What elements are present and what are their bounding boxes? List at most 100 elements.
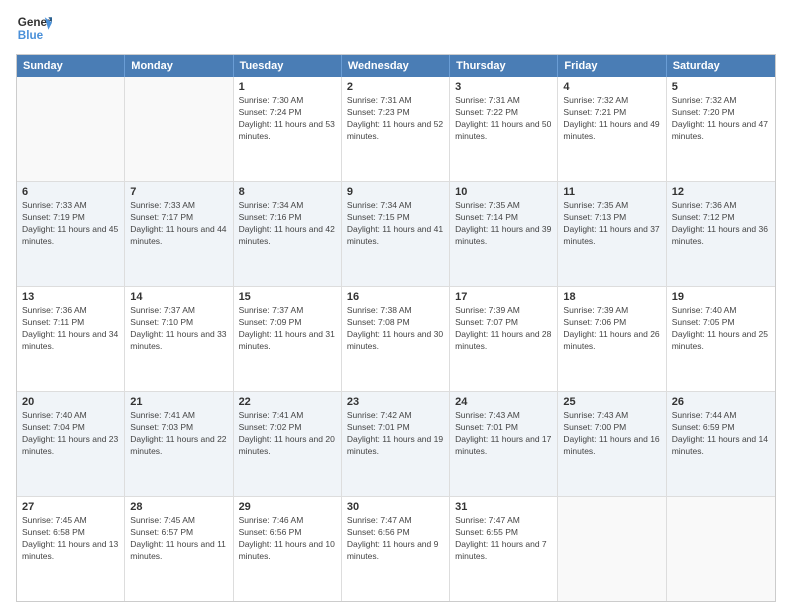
day-info: Sunrise: 7:39 AMSunset: 7:07 PMDaylight:… xyxy=(455,305,552,353)
day-info: Sunrise: 7:41 AMSunset: 7:03 PMDaylight:… xyxy=(130,410,227,458)
day-number: 8 xyxy=(239,186,336,198)
day-number: 15 xyxy=(239,291,336,303)
calendar-row: 20 Sunrise: 7:40 AMSunset: 7:04 PMDayligh… xyxy=(17,391,775,496)
day-number: 1 xyxy=(239,81,336,93)
day-number: 22 xyxy=(239,396,336,408)
calendar-cell: 7 Sunrise: 7:33 AMSunset: 7:17 PMDaylight… xyxy=(125,182,233,286)
day-number: 29 xyxy=(239,501,336,513)
day-info: Sunrise: 7:32 AMSunset: 7:20 PMDaylight:… xyxy=(672,95,770,143)
day-of-week-header: Sunday xyxy=(17,55,125,77)
day-number: 3 xyxy=(455,81,552,93)
calendar-cell xyxy=(17,77,125,181)
day-info: Sunrise: 7:45 AMSunset: 6:58 PMDaylight:… xyxy=(22,515,119,563)
day-info: Sunrise: 7:36 AMSunset: 7:12 PMDaylight:… xyxy=(672,200,770,248)
day-info: Sunrise: 7:34 AMSunset: 7:16 PMDaylight:… xyxy=(239,200,336,248)
day-number: 6 xyxy=(22,186,119,198)
calendar-cell xyxy=(558,497,666,601)
day-number: 12 xyxy=(672,186,770,198)
day-info: Sunrise: 7:40 AMSunset: 7:04 PMDaylight:… xyxy=(22,410,119,458)
day-number: 14 xyxy=(130,291,227,303)
day-info: Sunrise: 7:36 AMSunset: 7:11 PMDaylight:… xyxy=(22,305,119,353)
day-info: Sunrise: 7:47 AMSunset: 6:55 PMDaylight:… xyxy=(455,515,552,563)
logo: General Blue xyxy=(16,10,52,46)
calendar-cell: 21 Sunrise: 7:41 AMSunset: 7:03 PMDayligh… xyxy=(125,392,233,496)
calendar-cell: 19 Sunrise: 7:40 AMSunset: 7:05 PMDayligh… xyxy=(667,287,775,391)
day-number: 11 xyxy=(563,186,660,198)
day-number: 7 xyxy=(130,186,227,198)
calendar-cell: 18 Sunrise: 7:39 AMSunset: 7:06 PMDayligh… xyxy=(558,287,666,391)
calendar-cell: 8 Sunrise: 7:34 AMSunset: 7:16 PMDaylight… xyxy=(234,182,342,286)
day-number: 4 xyxy=(563,81,660,93)
day-of-week-header: Wednesday xyxy=(342,55,450,77)
day-number: 13 xyxy=(22,291,119,303)
calendar-cell: 10Sunrise: 7:35 AMSunset: 7:14 PMDayligh… xyxy=(450,182,558,286)
calendar-cell: 20 Sunrise: 7:40 AMSunset: 7:04 PMDayligh… xyxy=(17,392,125,496)
calendar-row: 27 Sunrise: 7:45 AMSunset: 6:58 PMDayligh… xyxy=(17,496,775,601)
day-info: Sunrise: 7:32 AMSunset: 7:21 PMDaylight:… xyxy=(563,95,660,143)
calendar-cell: 13 Sunrise: 7:36 AMSunset: 7:11 PMDayligh… xyxy=(17,287,125,391)
day-number: 16 xyxy=(347,291,444,303)
header: General Blue xyxy=(16,10,776,46)
day-number: 19 xyxy=(672,291,770,303)
day-info: Sunrise: 7:42 AMSunset: 7:01 PMDaylight:… xyxy=(347,410,444,458)
day-number: 17 xyxy=(455,291,552,303)
calendar-cell xyxy=(667,497,775,601)
day-info: Sunrise: 7:39 AMSunset: 7:06 PMDaylight:… xyxy=(563,305,660,353)
calendar-cell: 12 Sunrise: 7:36 AMSunset: 7:12 PMDayligh… xyxy=(667,182,775,286)
day-info: Sunrise: 7:35 AMSunset: 7:13 PMDaylight:… xyxy=(563,200,660,248)
day-info: Sunrise: 7:40 AMSunset: 7:05 PMDaylight:… xyxy=(672,305,770,353)
day-info: Sunrise: 7:44 AMSunset: 6:59 PMDaylight:… xyxy=(672,410,770,458)
calendar-cell: 16Sunrise: 7:38 AMSunset: 7:08 PMDayligh… xyxy=(342,287,450,391)
calendar-cell: 9Sunrise: 7:34 AMSunset: 7:15 PMDaylight… xyxy=(342,182,450,286)
calendar-cell: 15 Sunrise: 7:37 AMSunset: 7:09 PMDayligh… xyxy=(234,287,342,391)
calendar-cell: 11 Sunrise: 7:35 AMSunset: 7:13 PMDayligh… xyxy=(558,182,666,286)
day-info: Sunrise: 7:30 AMSunset: 7:24 PMDaylight:… xyxy=(239,95,336,143)
day-info: Sunrise: 7:43 AMSunset: 7:01 PMDaylight:… xyxy=(455,410,552,458)
logo-icon: General Blue xyxy=(16,10,52,46)
day-info: Sunrise: 7:33 AMSunset: 7:19 PMDaylight:… xyxy=(22,200,119,248)
day-number: 18 xyxy=(563,291,660,303)
day-info: Sunrise: 7:46 AMSunset: 6:56 PMDaylight:… xyxy=(239,515,336,563)
day-number: 31 xyxy=(455,501,552,513)
calendar-row: 13 Sunrise: 7:36 AMSunset: 7:11 PMDayligh… xyxy=(17,286,775,391)
calendar: SundayMondayTuesdayWednesdayThursdayFrid… xyxy=(16,54,776,602)
calendar-cell: 4 Sunrise: 7:32 AMSunset: 7:21 PMDaylight… xyxy=(558,77,666,181)
calendar-cell: 27 Sunrise: 7:45 AMSunset: 6:58 PMDayligh… xyxy=(17,497,125,601)
calendar-cell: 2Sunrise: 7:31 AMSunset: 7:23 PMDaylight… xyxy=(342,77,450,181)
day-number: 20 xyxy=(22,396,119,408)
calendar-body: 1 Sunrise: 7:30 AMSunset: 7:24 PMDaylight… xyxy=(17,77,775,601)
calendar-cell: 29 Sunrise: 7:46 AMSunset: 6:56 PMDayligh… xyxy=(234,497,342,601)
day-info: Sunrise: 7:31 AMSunset: 7:22 PMDaylight:… xyxy=(455,95,552,143)
calendar-cell: 30Sunrise: 7:47 AMSunset: 6:56 PMDayligh… xyxy=(342,497,450,601)
day-of-week-header: Thursday xyxy=(450,55,558,77)
calendar-cell: 17 Sunrise: 7:39 AMSunset: 7:07 PMDayligh… xyxy=(450,287,558,391)
day-number: 10 xyxy=(455,186,552,198)
page: General Blue SundayMondayTuesdayWednesda… xyxy=(0,0,792,612)
calendar-cell: 26 Sunrise: 7:44 AMSunset: 6:59 PMDayligh… xyxy=(667,392,775,496)
calendar-header: SundayMondayTuesdayWednesdayThursdayFrid… xyxy=(17,55,775,77)
day-number: 23 xyxy=(347,396,444,408)
day-info: Sunrise: 7:37 AMSunset: 7:09 PMDaylight:… xyxy=(239,305,336,353)
day-number: 27 xyxy=(22,501,119,513)
day-info: Sunrise: 7:33 AMSunset: 7:17 PMDaylight:… xyxy=(130,200,227,248)
calendar-cell: 22Sunrise: 7:41 AMSunset: 7:02 PMDayligh… xyxy=(234,392,342,496)
calendar-cell: 31 Sunrise: 7:47 AMSunset: 6:55 PMDayligh… xyxy=(450,497,558,601)
day-number: 25 xyxy=(563,396,660,408)
calendar-row: 6 Sunrise: 7:33 AMSunset: 7:19 PMDaylight… xyxy=(17,181,775,286)
svg-text:Blue: Blue xyxy=(18,29,44,42)
calendar-cell xyxy=(125,77,233,181)
day-number: 21 xyxy=(130,396,227,408)
day-number: 28 xyxy=(130,501,227,513)
calendar-cell: 23 Sunrise: 7:42 AMSunset: 7:01 PMDayligh… xyxy=(342,392,450,496)
day-info: Sunrise: 7:45 AMSunset: 6:57 PMDaylight:… xyxy=(130,515,227,563)
day-info: Sunrise: 7:43 AMSunset: 7:00 PMDaylight:… xyxy=(563,410,660,458)
day-of-week-header: Monday xyxy=(125,55,233,77)
day-info: Sunrise: 7:47 AMSunset: 6:56 PMDaylight:… xyxy=(347,515,444,563)
day-number: 5 xyxy=(672,81,770,93)
day-info: Sunrise: 7:37 AMSunset: 7:10 PMDaylight:… xyxy=(130,305,227,353)
day-number: 26 xyxy=(672,396,770,408)
calendar-cell: 24Sunrise: 7:43 AMSunset: 7:01 PMDayligh… xyxy=(450,392,558,496)
calendar-cell: 14 Sunrise: 7:37 AMSunset: 7:10 PMDayligh… xyxy=(125,287,233,391)
day-info: Sunrise: 7:31 AMSunset: 7:23 PMDaylight:… xyxy=(347,95,444,143)
calendar-cell: 5 Sunrise: 7:32 AMSunset: 7:20 PMDaylight… xyxy=(667,77,775,181)
